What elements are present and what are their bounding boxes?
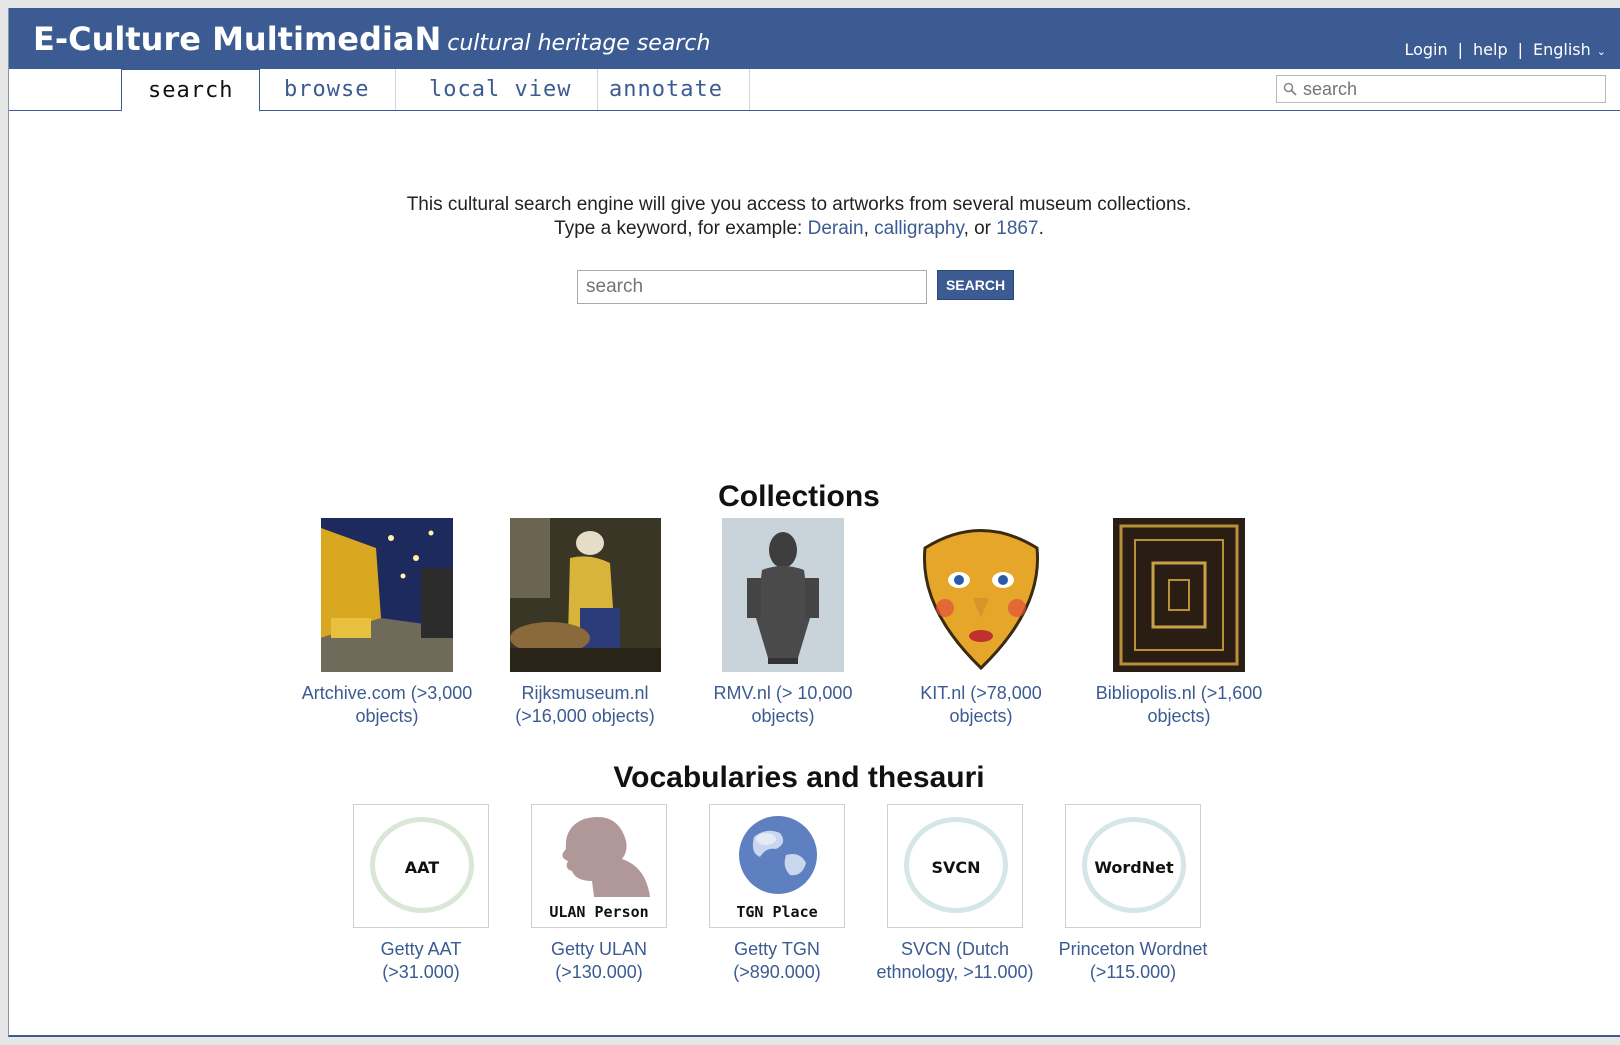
- tab-browse[interactable]: browse: [258, 69, 397, 110]
- caption-line[interactable]: (>890.000): [682, 961, 872, 984]
- collection-rijksmuseum[interactable]: Rijksmuseum.nl (>16,000 objects): [485, 518, 685, 728]
- collections-title: Collections: [718, 480, 880, 513]
- caption-line[interactable]: Bibliopolis.nl (>1,600: [1079, 682, 1279, 705]
- collection-caption[interactable]: Artchive.com (>3,000 objects): [287, 682, 487, 728]
- caption-line[interactable]: Getty TGN: [682, 938, 872, 961]
- search-icon: [1283, 82, 1297, 96]
- caption-line[interactable]: Princeton Wordnet: [1038, 938, 1228, 961]
- vocabulary-ulan[interactable]: ULAN Person Getty ULAN (>130.000): [504, 804, 694, 984]
- vocabulary-caption[interactable]: Getty AAT (>31.000): [326, 938, 516, 984]
- vocabulary-tgn[interactable]: TGN Place Getty TGN (>890.000): [682, 804, 872, 984]
- login-link[interactable]: Login: [1404, 40, 1447, 59]
- vocabulary-caption[interactable]: Princeton Wordnet (>115.000): [1038, 938, 1228, 984]
- collection-artchive[interactable]: Artchive.com (>3,000 objects): [287, 518, 487, 728]
- caption-line[interactable]: objects): [287, 705, 487, 728]
- caption-line[interactable]: objects): [683, 705, 883, 728]
- caption-line[interactable]: (>31.000): [326, 961, 516, 984]
- example-link-derain[interactable]: Derain: [808, 218, 864, 239]
- caption-line[interactable]: objects): [881, 705, 1081, 728]
- mask-icon: [915, 518, 1047, 672]
- caption-line[interactable]: Rijksmuseum.nl: [485, 682, 685, 705]
- intro-comma: ,: [863, 218, 869, 239]
- site-brand[interactable]: E-Culture MultimediaN cultural heritage s…: [33, 20, 710, 58]
- intro-period: .: [1038, 218, 1044, 239]
- intro-prefix: Type a keyword, for example:: [554, 218, 803, 239]
- link-separator: |: [1457, 40, 1464, 59]
- collection-kit[interactable]: KIT.nl (>78,000 objects): [881, 518, 1081, 728]
- caption-line[interactable]: ethnology, >11.000): [860, 961, 1050, 984]
- vocabulary-thumb: WordNet: [1065, 804, 1201, 928]
- collection-rmv[interactable]: RMV.nl (> 10,000 objects): [683, 518, 883, 728]
- vocabulary-caption[interactable]: Getty TGN (>890.000): [682, 938, 872, 984]
- vocabulary-aat[interactable]: AAT Getty AAT (>31.000): [326, 804, 516, 984]
- stone-statue-icon: [722, 518, 844, 672]
- caption-line[interactable]: KIT.nl (>78,000: [881, 682, 1081, 705]
- site-header: E-Culture MultimediaN cultural heritage s…: [9, 8, 1620, 69]
- intro-or: , or: [963, 218, 992, 239]
- vocabulary-thumb: AAT: [353, 804, 489, 928]
- vocabulary-badge: WordNet: [1094, 858, 1174, 877]
- tab-search[interactable]: search: [121, 69, 261, 112]
- caption-line[interactable]: objects): [1079, 705, 1279, 728]
- ornate-book-cover-icon: [1113, 518, 1245, 672]
- collection-caption[interactable]: KIT.nl (>78,000 objects): [881, 682, 1081, 728]
- link-separator: |: [1517, 40, 1523, 59]
- vocabulary-thumb: TGN Place: [709, 804, 845, 928]
- vocabulary-caption[interactable]: Getty ULAN (>130.000): [504, 938, 694, 984]
- caption-line[interactable]: (>115.000): [1038, 961, 1228, 984]
- tab-local-view[interactable]: local view: [403, 69, 599, 110]
- example-link-1867[interactable]: 1867: [996, 218, 1038, 239]
- brand-tagline: cultural heritage search: [447, 31, 711, 56]
- collection-caption[interactable]: Rijksmuseum.nl (>16,000 objects): [485, 682, 685, 728]
- vocabulary-badge: ULAN Person: [549, 903, 649, 921]
- intro-line-1: This cultural search engine will give yo…: [406, 194, 1192, 215]
- collection-caption[interactable]: Bibliopolis.nl (>1,600 objects): [1079, 682, 1279, 728]
- caption-line[interactable]: RMV.nl (> 10,000: [683, 682, 883, 705]
- vocabulary-thumb: SVCN: [887, 804, 1023, 928]
- brand-name[interactable]: E-Culture MultimediaN: [33, 20, 441, 58]
- language-label: English: [1533, 40, 1591, 59]
- vocabulary-caption[interactable]: SVCN (Dutch ethnology, >11.000): [860, 938, 1050, 984]
- vocabulary-svcn[interactable]: SVCN SVCN (Dutch ethnology, >11.000): [860, 804, 1050, 984]
- vocabularies-title: Vocabularies and thesauri: [613, 761, 985, 794]
- vocabulary-thumb: ULAN Person: [531, 804, 667, 928]
- header-links: Login | help | English ⌄: [1404, 40, 1606, 59]
- intro-text: This cultural search engine will give yo…: [9, 193, 1589, 241]
- caption-line[interactable]: Getty ULAN: [504, 938, 694, 961]
- vocabulary-badge: TGN Place: [736, 903, 818, 921]
- intro-line-2: Type a keyword, for example: Derain, cal…: [9, 217, 1589, 241]
- vocabulary-wordnet[interactable]: WordNet Princeton Wordnet (>115.000): [1038, 804, 1228, 984]
- page-frame: E-Culture MultimediaN cultural heritage s…: [8, 8, 1620, 1037]
- tab-bar: search browse local view annotate: [9, 69, 1620, 112]
- globe-icon: [739, 816, 817, 894]
- cafe-terrace-painting-icon: [321, 518, 453, 672]
- collection-bibliopolis[interactable]: Bibliopolis.nl (>1,600 objects): [1079, 518, 1279, 728]
- example-link-calligraphy[interactable]: calligraphy: [874, 218, 963, 239]
- vocabulary-badge: SVCN: [931, 858, 981, 877]
- ring-icon: SVCN: [904, 817, 1008, 913]
- milkmaid-painting-icon: [509, 518, 661, 672]
- top-search-box[interactable]: [1276, 75, 1606, 103]
- vocabulary-badge: AAT: [404, 858, 440, 877]
- chevron-down-icon: ⌄: [1596, 45, 1606, 58]
- search-button[interactable]: SEARCH: [937, 270, 1014, 300]
- person-silhouette-icon: [562, 817, 650, 897]
- caption-line[interactable]: Getty AAT: [326, 938, 516, 961]
- tab-annotate[interactable]: annotate: [583, 69, 750, 110]
- caption-line[interactable]: (>130.000): [504, 961, 694, 984]
- help-link[interactable]: help: [1473, 40, 1508, 59]
- collection-caption[interactable]: RMV.nl (> 10,000 objects): [683, 682, 883, 728]
- ring-icon: AAT: [370, 817, 474, 913]
- ring-icon: WordNet: [1082, 817, 1186, 913]
- language-selector[interactable]: English ⌄: [1533, 40, 1606, 59]
- top-search-input[interactable]: [1303, 78, 1598, 100]
- caption-line[interactable]: SVCN (Dutch: [860, 938, 1050, 961]
- caption-line[interactable]: (>16,000 objects): [485, 705, 685, 728]
- caption-line[interactable]: Artchive.com (>3,000: [287, 682, 487, 705]
- main-search-input[interactable]: [577, 270, 927, 304]
